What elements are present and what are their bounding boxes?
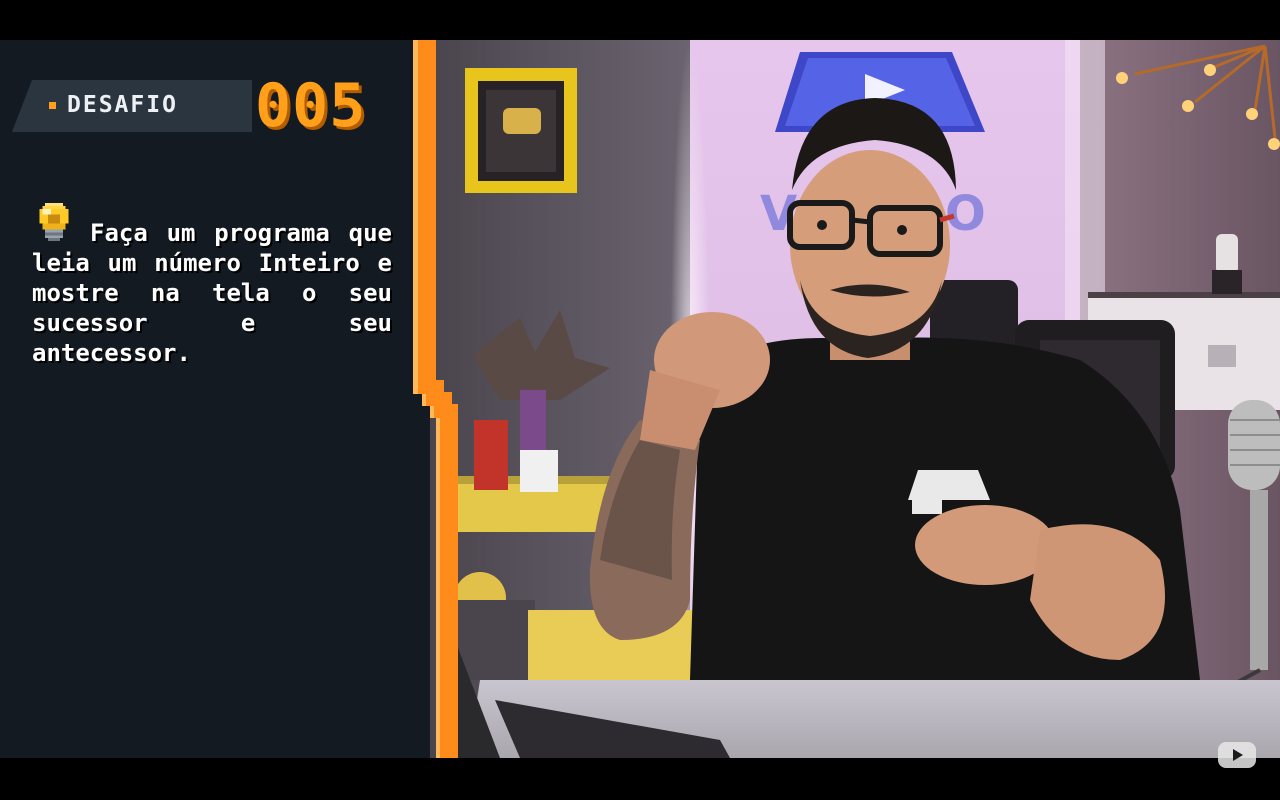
- challenge-description: Faça um programa que leia um número Inte…: [32, 218, 392, 368]
- letterbox-top: [0, 0, 1280, 40]
- video-frame[interactable]: V O DESAFIO 005 Faça um programa que lei…: [0, 40, 1280, 758]
- letterbox-bottom: [0, 758, 1280, 800]
- svg-text:O: O: [945, 186, 986, 242]
- youtube-logo-icon[interactable]: [1218, 740, 1256, 770]
- challenge-label: DESAFIO: [67, 92, 178, 118]
- header-bullet: [49, 102, 56, 109]
- challenge-description-text: Faça um programa que leia um número Inte…: [32, 219, 392, 367]
- challenge-number: 005: [255, 71, 367, 141]
- challenge-panel: DESAFIO 005 Faça um programa que leia um…: [0, 40, 458, 758]
- panel-orange-border: [413, 40, 458, 758]
